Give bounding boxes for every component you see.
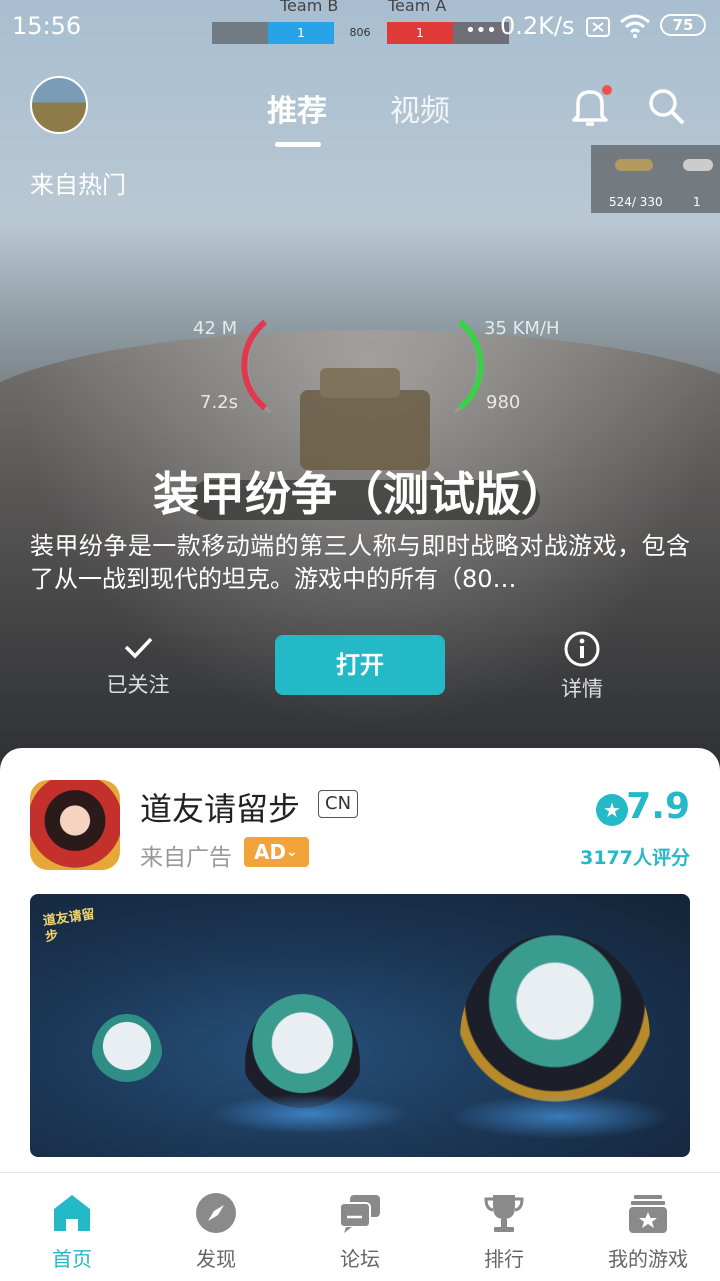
- ad-badge[interactable]: AD ⌄: [244, 837, 309, 867]
- hud-timer: 7.2s: [200, 392, 239, 413]
- hud-team-b-bar-empty: [212, 22, 268, 44]
- home-icon: [54, 1195, 90, 1231]
- hud-team-b-label: Team B: [280, 0, 339, 15]
- rating-score: 7.9: [626, 786, 690, 827]
- hud-team-b-score: 1: [268, 22, 334, 44]
- compass-icon: [196, 1193, 236, 1233]
- info-icon: [564, 631, 600, 667]
- rating-count: 3177人评分: [580, 847, 690, 869]
- banner-logo: 道友请留步: [42, 907, 96, 946]
- hud-center-value: 806: [349, 26, 371, 39]
- tab-my-games[interactable]: 我的游戏: [576, 1173, 720, 1281]
- battery-icon: 75: [660, 14, 706, 36]
- character-small: [92, 1014, 162, 1094]
- tab-forum-label: 论坛: [340, 1247, 380, 1271]
- bottom-tab-bar: 首页 发现 论坛 排行 我的游戏: [0, 1172, 720, 1281]
- status-bar: 15:56 Team B Team A 1 806 1 ••• 0.2K/s 7…: [0, 0, 720, 52]
- notification-bell-icon[interactable]: [570, 84, 612, 128]
- hud-team-a-score: 1: [387, 22, 453, 44]
- wifi-icon: [620, 14, 650, 38]
- lightning-effect: [450, 1094, 670, 1139]
- chevron-down-icon: ⌄: [286, 844, 298, 860]
- details-label: 详情: [561, 677, 603, 701]
- region-tag: CN: [318, 790, 359, 818]
- status-time: 15:56: [12, 12, 82, 40]
- tab-video[interactable]: 视频: [390, 86, 450, 130]
- game-name[interactable]: 道友请留步: [140, 784, 300, 830]
- top-nav: 推荐 视频: [0, 70, 720, 150]
- hud-hp: 980: [486, 392, 521, 413]
- follow-label: 已关注: [106, 673, 170, 697]
- tab-my-games-label: 我的游戏: [608, 1247, 688, 1271]
- sim-off-icon: [586, 17, 610, 37]
- shell-icon: [615, 159, 653, 171]
- tab-home[interactable]: 首页: [0, 1173, 144, 1281]
- ad-source-label: 来自广告: [140, 845, 232, 871]
- avatar[interactable]: [30, 76, 88, 134]
- lightning-effect: [210, 1094, 410, 1134]
- tab-ranking-label: 排行: [484, 1247, 524, 1271]
- my-games-icon: [629, 1195, 667, 1233]
- tab-home-label: 首页: [52, 1247, 92, 1271]
- featured-game-title: 装甲纷争（测试版）: [153, 467, 567, 521]
- tab-recommended[interactable]: 推荐: [267, 86, 327, 130]
- hud-team-a-label: Team A: [388, 0, 447, 15]
- open-game-button[interactable]: 打开: [275, 635, 445, 695]
- tab-forum[interactable]: 论坛: [288, 1173, 432, 1281]
- star-icon: ★: [596, 794, 628, 826]
- game-card[interactable]: 道友请留步 CN 来自广告 AD ⌄ ★ 7.9 3177人评分 道友请留步: [0, 748, 720, 1180]
- tab-ranking[interactable]: 排行: [432, 1173, 576, 1281]
- active-tab-indicator: [275, 142, 321, 147]
- game-icon[interactable]: [30, 780, 120, 870]
- trophy-icon: [484, 1195, 524, 1232]
- battery-level: 75: [672, 16, 694, 34]
- hud-ammo-panel: 524/ 330 1: [591, 145, 720, 213]
- game-banner-image[interactable]: 道友请留步: [30, 894, 690, 1157]
- follow-button[interactable]: 已关注: [83, 630, 193, 699]
- details-button[interactable]: 详情: [527, 630, 637, 703]
- shell-icon-alt: [683, 159, 713, 171]
- chat-icon: [339, 1195, 380, 1233]
- ad-badge-label: AD: [254, 840, 287, 864]
- hud-ammo-count: 1: [693, 195, 701, 209]
- hud-ammo: 524/ 330: [609, 195, 663, 209]
- featured-game-description: 装甲纷争是一款移动端的第三人称与即时战略对战游戏，包含了从一战到现代的坦克。游戏…: [30, 532, 690, 593]
- hud-speed: 35 KM/H: [484, 318, 560, 339]
- tab-discover-label: 发现: [196, 1247, 236, 1271]
- search-icon[interactable]: [646, 86, 688, 128]
- source-label: 来自热门: [30, 171, 126, 199]
- tab-discover[interactable]: 发现: [144, 1173, 288, 1281]
- network-speed: 0.2K/s: [500, 12, 575, 40]
- hud-distance: 42 M: [193, 318, 238, 339]
- check-icon: [124, 637, 153, 659]
